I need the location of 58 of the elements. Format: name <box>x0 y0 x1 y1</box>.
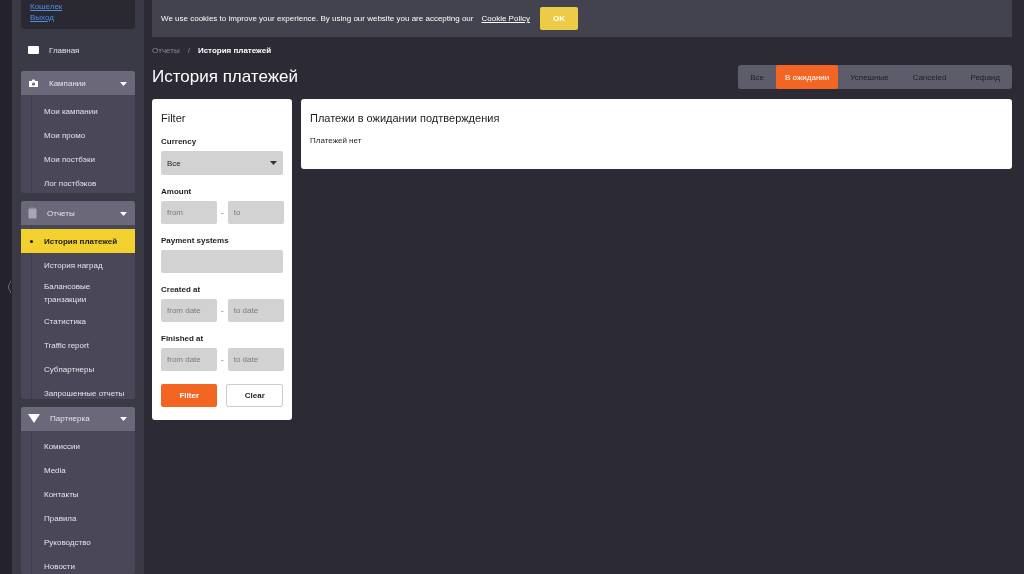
field-label: Payment systems <box>161 236 230 245</box>
sidebar-group-header[interactable]: Партнерка <box>21 406 135 431</box>
camera-icon <box>28 78 39 89</box>
field-label: Amount <box>161 187 193 196</box>
sidebar-item[interactable]: Контакты <box>21 482 135 507</box>
range-dash: - <box>221 306 224 315</box>
currency-select[interactable]: Все <box>161 151 283 175</box>
field-label: Currency <box>161 137 198 146</box>
account-link[interactable]: Выход <box>30 11 126 23</box>
sidebar-item[interactable]: Субпартнеры <box>21 357 135 382</box>
breadcrumb-separator: / <box>187 46 190 55</box>
sidebar-item[interactable]: Новости <box>21 554 135 574</box>
sidebar-item[interactable]: Traffic report <box>21 333 135 358</box>
sidebar-item[interactable]: Media <box>21 458 135 483</box>
collapse-handle[interactable]: 〈 <box>0 280 13 294</box>
cookie-policy-link[interactable]: Cookie Policy <box>481 14 530 23</box>
sidebar-item[interactable]: История платежей <box>21 229 135 254</box>
sidebar-item[interactable]: Лог постбэков <box>21 171 135 194</box>
from-field[interactable]: from <box>161 201 217 224</box>
sidebar-item[interactable]: Статистика <box>21 309 135 334</box>
range-dash: - <box>221 355 224 364</box>
to-field[interactable]: to date <box>227 299 284 322</box>
empty-message: Платежей нет <box>310 136 363 145</box>
field-label: Finished at <box>161 334 205 343</box>
card-title: Filter <box>161 112 187 124</box>
input-field[interactable] <box>161 250 283 273</box>
funnel-icon <box>28 414 40 424</box>
sidebar-item[interactable]: Мои промо <box>21 123 135 148</box>
account-link[interactable]: Кошелек <box>30 0 126 12</box>
range-dash: - <box>221 208 224 217</box>
cookie-text: We use cookies to improve your experience. By using our website you are accepting our <box>161 14 474 23</box>
clear-button[interactable]: Clear <box>226 384 283 407</box>
field-label: Created at <box>161 285 202 294</box>
to-field[interactable]: to date <box>227 348 284 371</box>
sidebar-item[interactable]: Мои кампании <box>21 99 135 124</box>
sidebar-item[interactable]: Главная <box>21 36 135 64</box>
sidebar-item[interactable]: Правила <box>21 506 135 531</box>
sidebar-group-header[interactable]: Отчеты <box>21 201 135 226</box>
sidebar-item[interactable]: Балансовые транзакции <box>21 277 135 310</box>
from-field[interactable]: from date <box>161 348 217 371</box>
caret-down-icon <box>120 415 127 423</box>
sidebar-group-header[interactable]: Кампании <box>21 71 135 96</box>
breadcrumb-item[interactable]: История платежей <box>197 46 272 55</box>
sidebar-item[interactable]: История наград <box>21 253 135 278</box>
sidebar-item[interactable]: Запрошенные отчеты <box>21 381 135 399</box>
caret-icon <box>270 161 277 165</box>
caret-down-icon <box>120 209 127 217</box>
sidebar-item[interactable]: Мои постбэки <box>21 147 135 172</box>
breadcrumb-item[interactable]: Отчеты <box>152 46 180 55</box>
card-title: Платежи в ожидании подтверждения <box>310 112 501 124</box>
caret-down-icon <box>120 79 127 87</box>
clipboard-icon <box>28 207 37 220</box>
from-field[interactable]: from date <box>161 299 217 322</box>
to-field[interactable]: to <box>227 201 284 224</box>
sidebar-item[interactable]: Комиссии <box>21 434 135 459</box>
sidebar-item[interactable]: Руководство <box>21 530 135 555</box>
monitor-icon <box>28 46 39 55</box>
page-title: История платежей <box>152 67 299 87</box>
